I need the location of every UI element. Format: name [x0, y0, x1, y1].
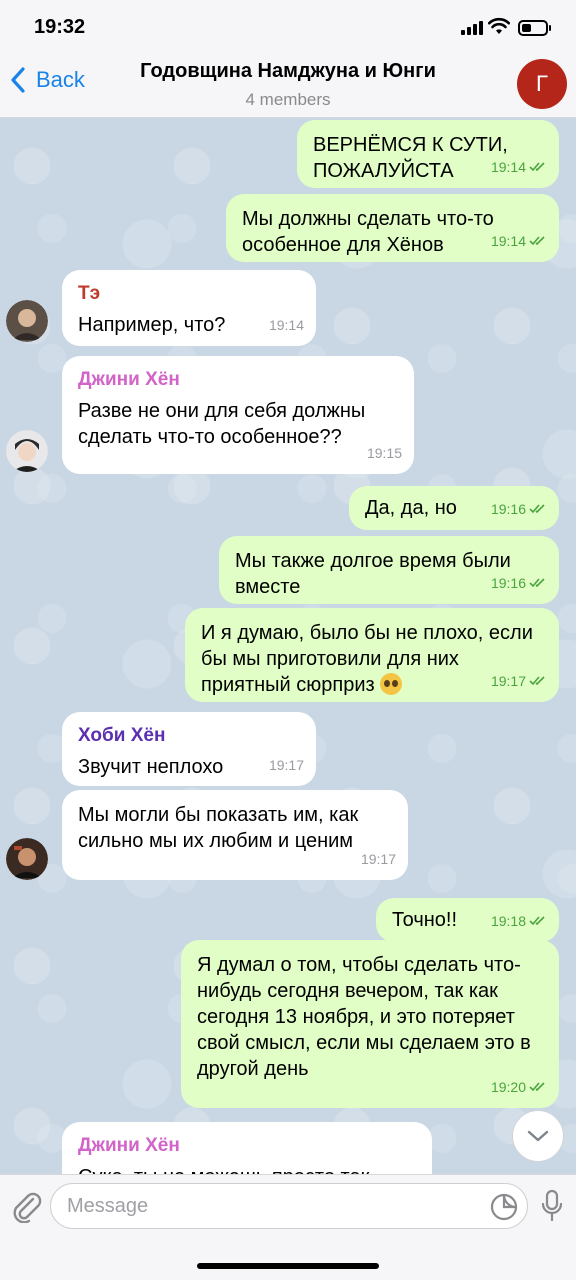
message-meta: 19:18	[491, 908, 547, 934]
message-in[interactable]: Мы могли бы показать им, как сильно мы и…	[62, 790, 408, 880]
message-in[interactable]: Хоби Хён Звучит неплохо 19:17	[62, 712, 316, 786]
battery-icon	[518, 20, 551, 36]
chevron-left-icon	[11, 67, 25, 93]
read-ticks-icon	[529, 1082, 545, 1092]
read-ticks-icon	[529, 236, 545, 246]
message-in[interactable]: Тэ Например, что? 19:14	[62, 270, 316, 346]
scroll-to-bottom-button[interactable]	[512, 1110, 564, 1162]
user-avatar[interactable]	[6, 300, 48, 342]
sender-name: Тэ	[78, 283, 101, 304]
message-meta: 19:14	[491, 154, 547, 180]
sender-name: Хоби Хён	[78, 725, 166, 746]
user-avatar[interactable]	[6, 430, 48, 472]
message-out[interactable]: Мы также долгое время были вместе 19:16	[219, 536, 559, 604]
message-text: Точно!!	[392, 909, 458, 931]
message-text: Мы могли бы показать им, как сильно мы и…	[78, 804, 359, 852]
message-meta: 19:14	[491, 228, 547, 254]
status-bar: 19:32	[0, 0, 576, 52]
chevron-down-icon	[527, 1130, 549, 1142]
paperclip-icon[interactable]	[10, 1189, 42, 1223]
message-out[interactable]: И я думаю, было бы не плохо, если бы мы …	[185, 608, 559, 702]
group-avatar[interactable]: Г	[517, 59, 567, 109]
message-out[interactable]: Да, да, но 19:16	[349, 486, 559, 530]
read-ticks-icon	[529, 676, 545, 686]
message-input[interactable]	[50, 1183, 528, 1229]
message-text: Да, да, но	[365, 497, 457, 519]
message-in[interactable]: Джини Хён Разве не они для себя должны с…	[62, 356, 414, 474]
wifi-icon	[488, 17, 510, 34]
message-meta: 19:16	[491, 570, 547, 596]
message-text: Разве не они для себя должны сделать что…	[78, 400, 366, 448]
message-text: Звучит неплохо	[78, 756, 224, 778]
sender-name: Джини Хён	[78, 369, 180, 390]
message-out[interactable]: ВЕРНЁМСЯ К СУТИ, ПОЖАЛУЙСТА 19:14	[297, 120, 559, 188]
message-in[interactable]: Джини Хён Сука, ты не можешь просто так	[62, 1122, 432, 1174]
message-text: Сука, ты не можешь просто так	[78, 1166, 369, 1174]
message-text: И я думаю, было бы не плохо, если бы мы …	[201, 622, 533, 696]
sticker-icon[interactable]	[490, 1193, 518, 1221]
chat-header: Back Годовщина Намджуна и Юнги 4 members…	[0, 52, 576, 118]
message-out[interactable]: Точно!! 19:18	[376, 898, 559, 942]
read-ticks-icon	[529, 162, 545, 172]
members-count: 4 members	[245, 90, 331, 109]
message-meta: 19:15	[366, 445, 402, 461]
message-out[interactable]: Я думал о том, чтобы сделать что-нибудь …	[181, 940, 559, 1108]
message-text: Мы также долгое время были вместе	[235, 550, 511, 598]
message-meta: 19:20	[491, 1074, 547, 1100]
message-meta: 19:17	[268, 757, 304, 773]
message-text: Например, что?	[78, 314, 226, 336]
message-text: Я думал о том, чтобы сделать что-нибудь …	[197, 954, 531, 1080]
status-time: 19:32	[34, 16, 86, 38]
message-meta: 19:17	[360, 851, 396, 867]
microphone-icon[interactable]	[540, 1189, 564, 1223]
message-meta: 19:17	[491, 668, 547, 694]
pleading-face-emoji	[380, 673, 403, 695]
read-ticks-icon	[529, 916, 545, 926]
home-indicator	[197, 1263, 379, 1269]
chat-title[interactable]: Годовщина Намджуна и Юнги	[100, 60, 476, 83]
message-out[interactable]: Мы должны сделать что-то особенное для Х…	[226, 194, 559, 262]
message-meta: 19:16	[491, 496, 547, 522]
message-text: ВЕРНЁМСЯ К СУТИ, ПОЖАЛУЙСТА	[313, 134, 508, 182]
message-text: Мы должны сделать что-то особенное для Х…	[242, 208, 494, 256]
composer-bar	[0, 1174, 576, 1280]
back-button[interactable]: Back	[10, 66, 85, 94]
back-label: Back	[36, 67, 85, 92]
message-list[interactable]: ВЕРНЁМСЯ К СУТИ, ПОЖАЛУЙСТА 19:14 Мы дол…	[0, 118, 576, 1174]
read-ticks-icon	[529, 578, 545, 588]
message-meta: 19:14	[268, 317, 304, 333]
read-ticks-icon	[529, 504, 545, 514]
cellular-signal-icon	[461, 21, 485, 35]
user-avatar[interactable]	[6, 838, 48, 880]
sender-name: Джини Хён	[78, 1135, 180, 1156]
